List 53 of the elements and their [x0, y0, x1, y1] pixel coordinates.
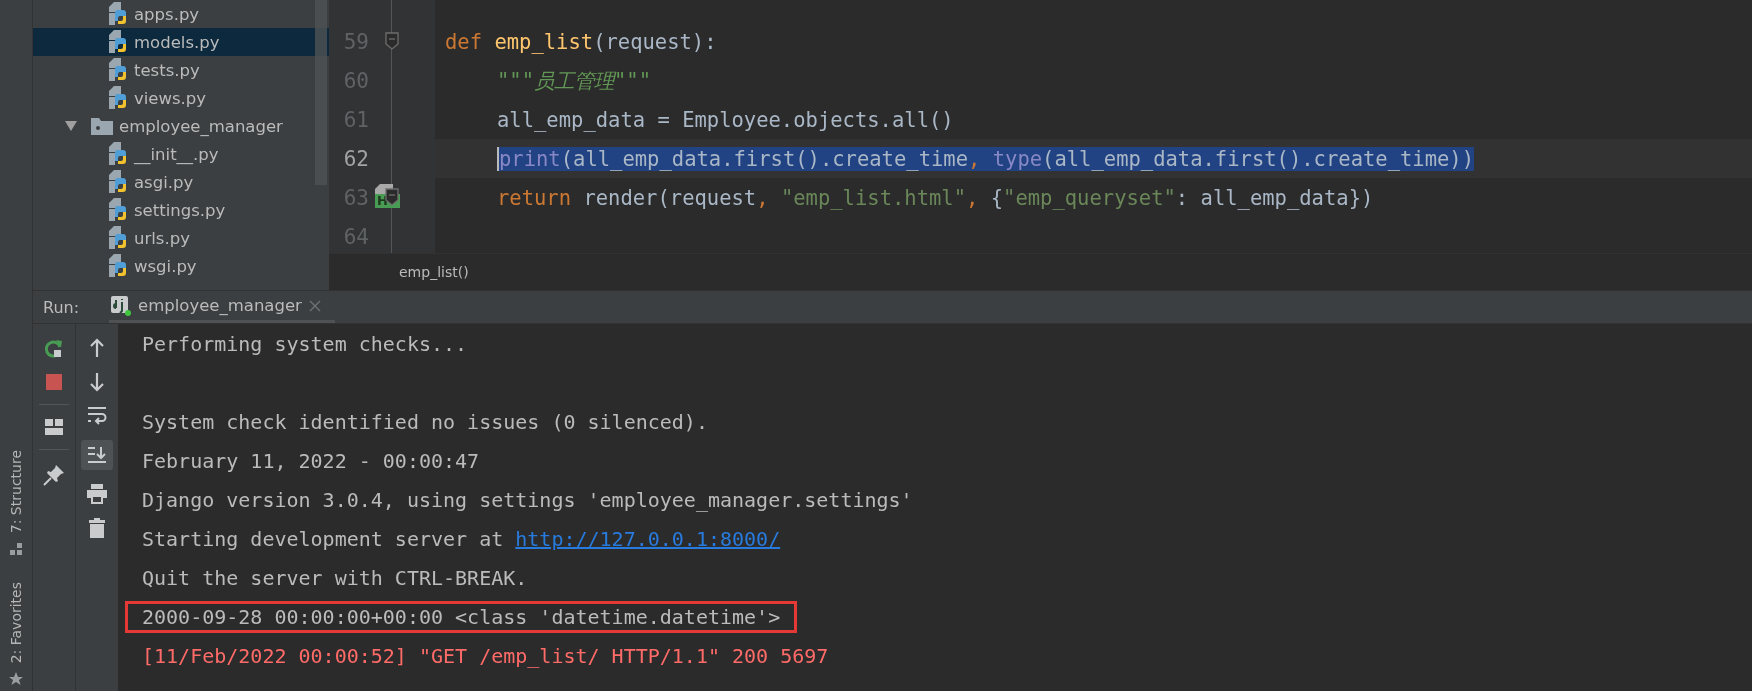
tree-item[interactable]: employee_manager [33, 112, 329, 140]
python-file-icon [109, 2, 129, 26]
console-line: System check identified no issues (0 silenced). [142, 409, 708, 434]
python-file-icon [109, 170, 129, 194]
python-file-icon [109, 198, 129, 222]
tree-item[interactable]: views.py [33, 84, 329, 112]
python-file-icon [109, 254, 129, 278]
pin-icon[interactable] [43, 464, 65, 486]
structure-icon [9, 541, 23, 556]
tree-item[interactable]: urls.py [33, 224, 329, 252]
django-icon [111, 295, 131, 316]
console-line: Performing system checks... [142, 331, 468, 356]
down-arrow-icon[interactable] [89, 372, 105, 392]
python-file-icon [109, 30, 129, 54]
server-link[interactable]: http://127.0.0.1:8000/ [515, 526, 781, 551]
line-number: 62 [342, 146, 369, 171]
console-line: Starting development server at [142, 526, 505, 551]
code-line: def emp_list(request): [445, 29, 717, 54]
console-line: February 11, 2022 - 00:00:47 [142, 448, 480, 473]
print-icon[interactable] [87, 484, 107, 504]
breadcrumb[interactable]: emp_list() [399, 264, 469, 280]
run-label: Run: [43, 297, 81, 317]
console-line: [11/Feb/2022 00:00:52] "GET /emp_list/ HTTP/1.1" 200 5697 [142, 643, 829, 668]
python-file-icon [109, 86, 129, 110]
scroll-to-end-button[interactable] [81, 440, 113, 470]
tree-item[interactable]: settings.py [33, 196, 329, 224]
python-file-icon [109, 58, 129, 82]
layout-icon[interactable] [45, 419, 63, 435]
fold-icon[interactable] [385, 188, 399, 206]
star-icon [8, 671, 24, 687]
python-file-icon [109, 142, 129, 166]
tree-item[interactable]: wsgi.py [33, 252, 329, 280]
tree-item[interactable]: __init__.py [33, 140, 329, 168]
fold-icon[interactable] [385, 32, 399, 50]
soft-wrap-icon[interactable] [87, 406, 107, 426]
rerun-icon[interactable] [43, 338, 65, 360]
up-arrow-icon[interactable] [89, 338, 105, 358]
tool-window-tab[interactable]: 2: Favorites [8, 581, 24, 687]
console-line: Quit the server with CTRL-BREAK. [142, 565, 528, 590]
scroll-to-end-icon [87, 445, 107, 465]
code-line: all_emp_data = Employee.objects.all() [497, 107, 954, 132]
scrollbar[interactable] [315, 0, 327, 185]
tree-item[interactable]: models.py [33, 28, 329, 56]
python-file-icon [109, 226, 129, 250]
tree-item[interactable]: asgi.py [33, 168, 329, 196]
tree-item[interactable]: apps.py [33, 0, 329, 28]
code-line: """员工管理""" [497, 67, 652, 95]
tool-window-tab[interactable]: 7: Structure [8, 450, 24, 556]
trash-icon[interactable] [89, 518, 105, 538]
folder-icon [91, 117, 113, 135]
console-line: Django version 3.0.4, using settings 'employee_manager.settings' [142, 487, 913, 512]
tree-item[interactable]: tests.py [33, 56, 329, 84]
code-line: return render(request, "emp_list.html", {"emp_queryset": all_emp_data}) [497, 185, 1374, 210]
